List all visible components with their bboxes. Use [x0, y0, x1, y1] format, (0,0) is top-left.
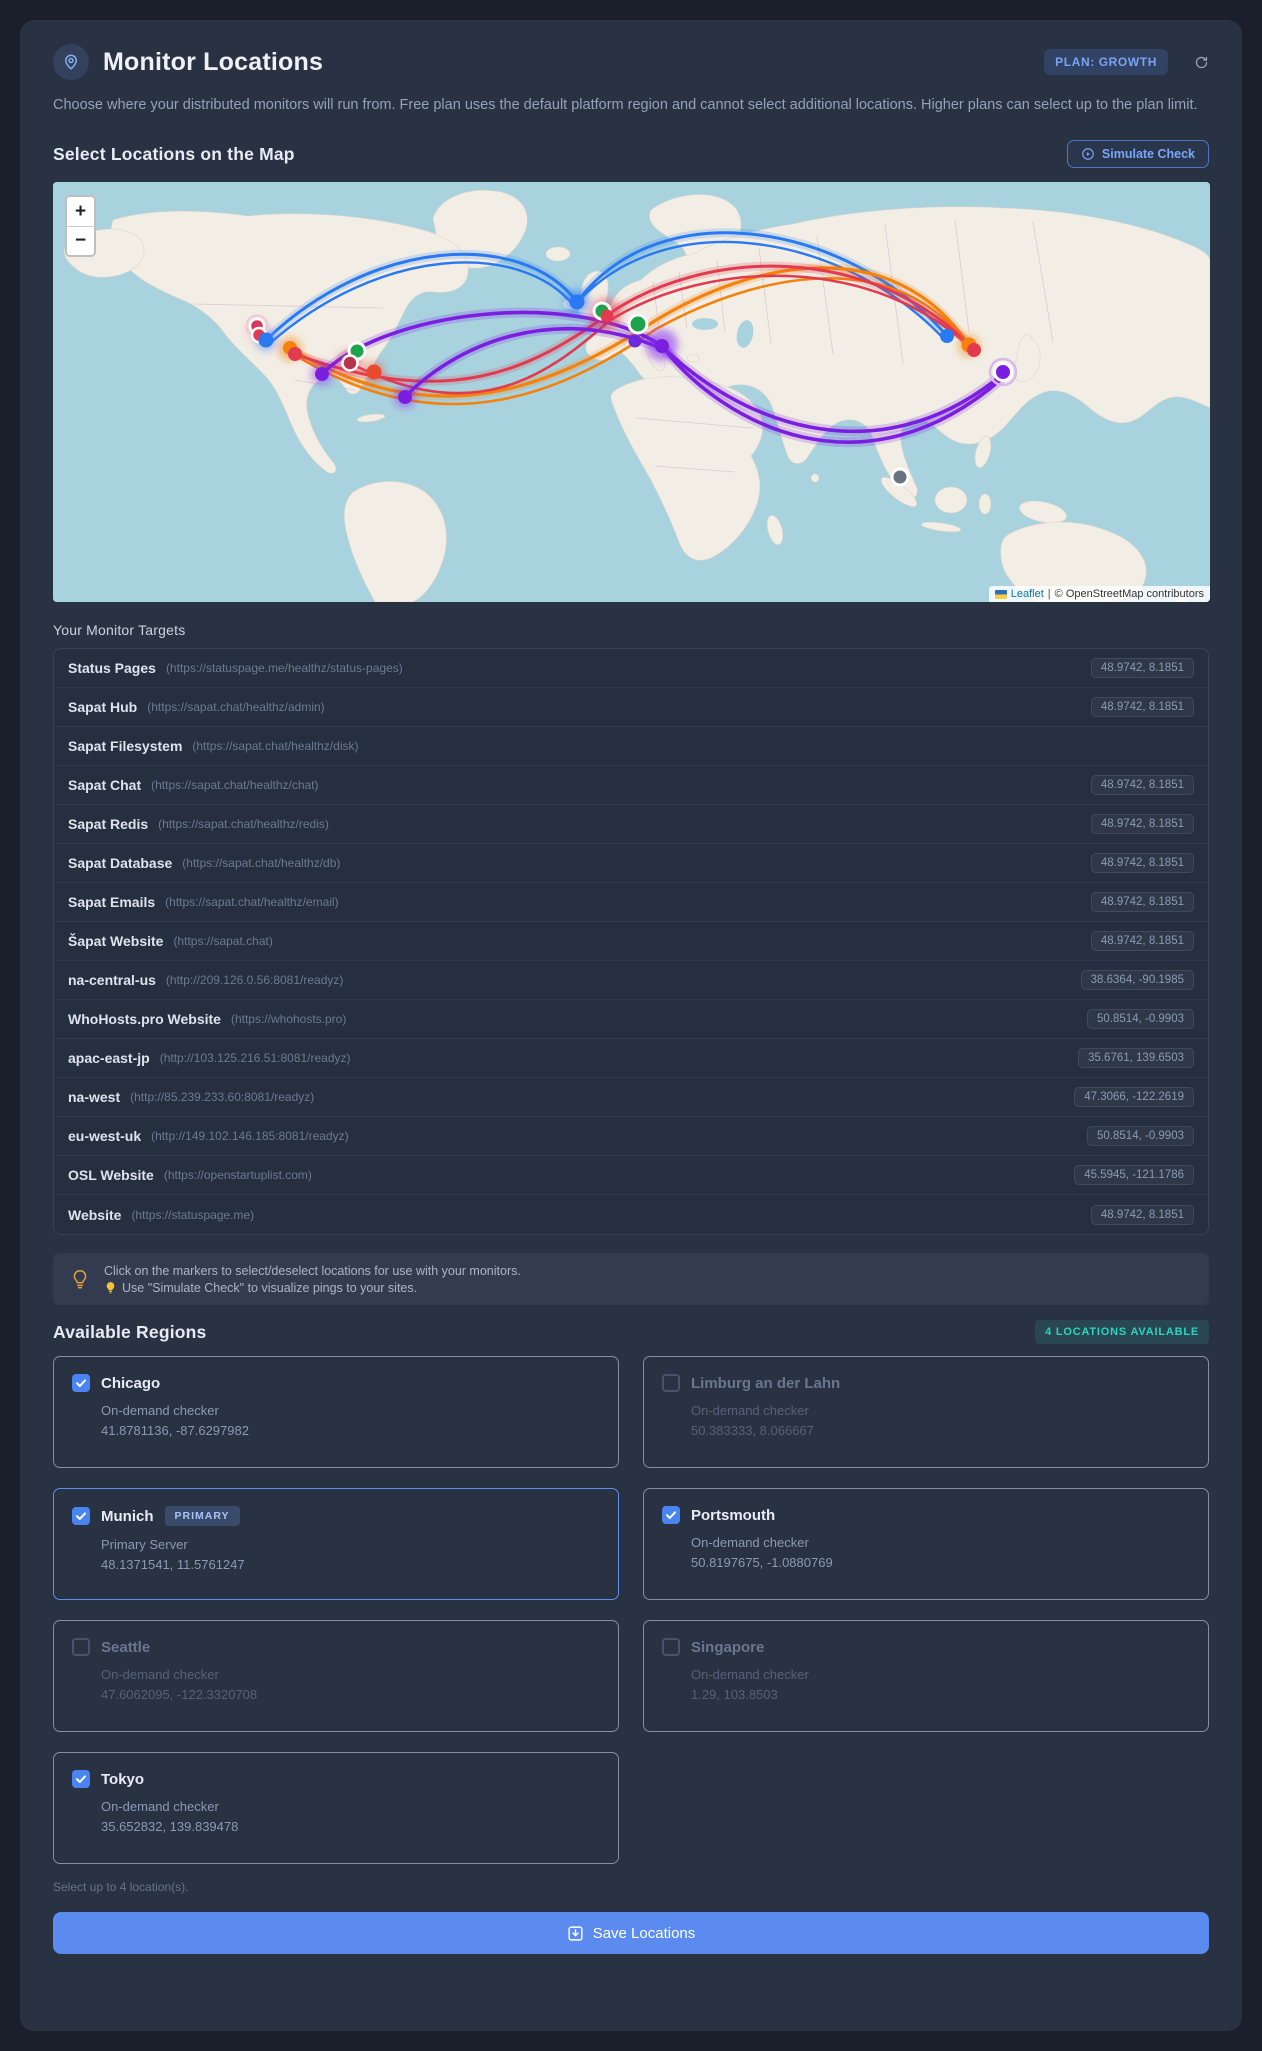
- marker-china-blue: [940, 329, 954, 344]
- target-row: Šapat Website (https://sapat.chat) 48.9742…: [54, 922, 1208, 962]
- coords-badge: 48.9742, 8.1851: [1090, 814, 1194, 835]
- regions-grid: Chicago On-demand checker 41.8781136, -8…: [53, 1356, 1209, 1865]
- leaflet-link[interactable]: Leaflet: [1011, 588, 1044, 600]
- coords-badge: 48.9742, 8.1851: [1090, 775, 1194, 796]
- play-icon: [1082, 148, 1094, 161]
- world-map[interactable]: + − Leaflet | © OpenStreetMap contributo…: [53, 182, 1210, 603]
- target-row: OSL Website (https://openstartuplist.com)…: [54, 1156, 1208, 1196]
- target-row: Sapat Hub (https://sapat.chat/healthz/adm…: [54, 688, 1208, 728]
- region-card-portsmouth[interactable]: Portsmouth On-demand checker 50.8197675,…: [643, 1488, 1209, 1601]
- target-row: Sapat Redis (https://sapat.chat/healthz/r…: [54, 805, 1208, 845]
- regions-heading: Available Regions: [53, 1321, 207, 1342]
- map-zoom-control: + −: [65, 195, 96, 258]
- target-row: WhoHosts.pro Website (https://whohosts.pr…: [54, 1000, 1208, 1040]
- marker-uk-red: [600, 309, 614, 323]
- coords-badge: 45.5945, -121.1786: [1074, 1165, 1194, 1186]
- coords-badge: 48.9742, 8.1851: [1090, 1204, 1194, 1225]
- zoom-out-button[interactable]: −: [67, 226, 94, 256]
- header: Monitor Locations PLAN: GROWTH: [53, 44, 1209, 80]
- checkbox-chicago[interactable]: [72, 1374, 90, 1393]
- map-section-title: Select Locations on the Map: [53, 143, 295, 164]
- simulate-check-button[interactable]: Simulate Check: [1066, 140, 1209, 169]
- region-card-munich[interactable]: Munich PRIMARY Primary Server 48.1371541…: [53, 1488, 619, 1601]
- target-row: na-central-us (http://209.126.0.56:8081/r…: [54, 961, 1208, 1001]
- checkbox-tokyo[interactable]: [72, 1770, 90, 1789]
- tip-box: Click on the markers to select/deselect …: [53, 1253, 1209, 1306]
- page-description: Choose where your distributed monitors w…: [53, 97, 1198, 113]
- coords-badge: 47.3066, -122.2619: [1074, 1087, 1194, 1108]
- zoom-in-button[interactable]: +: [67, 197, 94, 227]
- marker-us-central-red: [288, 347, 302, 362]
- marker-us-south-purple-1: [315, 367, 329, 382]
- coords-badge: 48.9742, 8.1851: [1090, 658, 1194, 679]
- target-row: na-west (http://85.239.233.60:8081/readyz…: [54, 1078, 1208, 1118]
- target-row: Sapat Emails (https://sapat.chat/healthz/…: [54, 883, 1208, 923]
- coords-badge: 50.8514, -0.9903: [1087, 1009, 1194, 1030]
- locations-available-badge: 4 LOCATIONS AVAILABLE: [1035, 1320, 1209, 1345]
- tip-line-2: Use "Simulate Check" to visualize pings …: [104, 1281, 521, 1295]
- selection-limit-note: Select up to 4 location(s).: [53, 1880, 189, 1895]
- marker-munich-green: [627, 313, 649, 335]
- plan-badge: PLAN: GROWTH: [1044, 49, 1168, 75]
- marker-tokyo-purple-core: [996, 365, 1010, 380]
- lightbulb-emoji-icon: [106, 1282, 115, 1294]
- checkbox-portsmouth[interactable]: [662, 1506, 680, 1525]
- region-card-chicago[interactable]: Chicago On-demand checker 41.8781136, -8…: [53, 1356, 619, 1469]
- region-card-limburg[interactable]: Limburg an der Lahn On-demand checker 50…: [643, 1356, 1209, 1469]
- targets-heading: Your Monitor Targets: [53, 622, 186, 639]
- marker-italy-purple-1: [628, 334, 642, 348]
- osm-attribution-link[interactable]: © OpenStreetMap contributors: [1055, 588, 1204, 600]
- region-card-tokyo[interactable]: Tokyo On-demand checker 35.652832, 139.8…: [53, 1752, 619, 1865]
- coords-badge: 50.8514, -0.9903: [1087, 1126, 1194, 1147]
- refresh-icon[interactable]: [1194, 55, 1209, 70]
- coords-badge: 48.9742, 8.1851: [1090, 853, 1194, 874]
- tip-line-1: Click on the markers to select/deselect …: [104, 1263, 521, 1278]
- coords-badge: 48.9742, 8.1851: [1090, 697, 1194, 718]
- checkbox-seattle[interactable]: [72, 1638, 90, 1657]
- region-card-seattle[interactable]: Seattle On-demand checker 47.6062095, -1…: [53, 1620, 619, 1733]
- coords-badge: 48.9742, 8.1851: [1090, 892, 1194, 913]
- location-pin-icon: [53, 44, 89, 80]
- target-row: apac-east-jp (http://103.125.216.51:8081/…: [54, 1039, 1208, 1079]
- target-row: Status Pages (https://statuspage.me/healt…: [54, 649, 1208, 689]
- monitor-targets-list: Status Pages (https://statuspage.me/healt…: [53, 648, 1209, 1236]
- region-card-singapore[interactable]: Singapore On-demand checker 1.29, 103.85…: [643, 1620, 1209, 1733]
- map-attribution: Leaflet | © OpenStreetMap contributors: [988, 586, 1210, 603]
- monitor-locations-panel: Monitor Locations PLAN: GROWTH Choose wh…: [20, 20, 1242, 2031]
- target-row: Sapat Database (https://sapat.chat/health…: [54, 844, 1208, 884]
- marker-us-southeast-red: [366, 364, 382, 380]
- target-row: Sapat Filesystem (https://sapat.chat/heal…: [54, 727, 1208, 767]
- checkbox-limburg[interactable]: [662, 1374, 680, 1393]
- marker-korea-red: [967, 343, 981, 358]
- map-canvas: [53, 182, 1210, 603]
- coords-badge: 38.6364, -90.1985: [1080, 970, 1194, 991]
- target-row: Website (https://statuspage.me) 48.9742, 8…: [54, 1195, 1208, 1234]
- target-row: Sapat Chat (https://sapat.chat/healthz/ch…: [54, 766, 1208, 806]
- marker-seattle-blue: [258, 332, 274, 348]
- coords-badge: 35.6761, 139.6503: [1078, 1048, 1194, 1069]
- marker-singapore-gray: [890, 467, 910, 487]
- save-locations-button[interactable]: Save Locations: [53, 1912, 1209, 1955]
- marker-italy-purple-2: [655, 339, 669, 354]
- marker-uk-blue: [569, 294, 585, 310]
- marker-us-darkred: [341, 354, 359, 373]
- lightbulb-icon: [73, 1270, 87, 1289]
- checkbox-singapore[interactable]: [662, 1638, 680, 1657]
- marker-us-south-purple-2: [398, 390, 412, 405]
- save-icon: [568, 1926, 583, 1941]
- ukraine-flag-icon: [994, 589, 1007, 599]
- page-title: Monitor Locations: [103, 47, 324, 76]
- primary-badge: PRIMARY: [164, 1506, 240, 1527]
- coords-badge: 48.9742, 8.1851: [1090, 931, 1194, 952]
- checkbox-munich[interactable]: [72, 1507, 90, 1526]
- target-row: eu-west-uk (http://149.102.146.185:8081/r…: [54, 1117, 1208, 1157]
